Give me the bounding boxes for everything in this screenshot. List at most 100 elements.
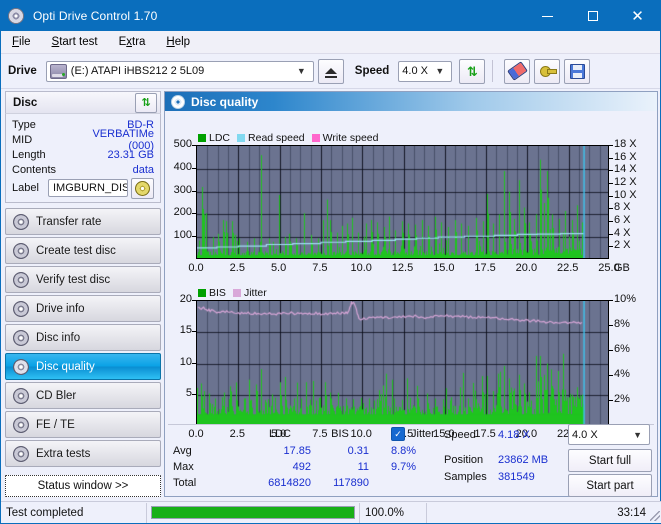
jitter-checkbox[interactable]: ✓ [391,427,405,441]
axis-tick [192,168,196,169]
refresh-button[interactable]: ⇅ [459,59,485,84]
stats-avg-bis: 0.31 [311,445,369,457]
start-part-button[interactable]: Start part [568,474,652,497]
menu-start-test[interactable]: Start test [49,34,101,50]
jitter-checkbox-label: Jitter [411,428,435,440]
close-icon: ✕ [631,9,644,24]
jitter-checkbox-row[interactable]: ✓ Jitter [391,427,435,441]
menu-file[interactable]: File [9,34,34,50]
disc-contents-label: Contents [12,164,70,176]
maximize-button[interactable] [570,1,615,31]
sidebar-item-label: CD Bler [36,390,76,402]
disc-icon [13,243,29,259]
minimize-button[interactable] [525,1,570,31]
position-stat-value: 23862 MB [498,454,548,466]
refresh-icon: ⇅ [467,65,478,78]
bis-chart-legend: BISJitter [198,287,274,299]
bis-ytick-left: 5 [165,387,192,399]
sidebar-item-transfer-rate[interactable]: Transfer rate [5,208,161,235]
stats-header-bis: BIS [311,428,369,440]
disc-panel-header: Disc ⇅ [5,91,161,113]
start-full-button[interactable]: Start full [568,449,652,472]
bis-ytick-right: 8% [614,318,654,330]
ldc-ytick-right: 4 X [614,227,654,239]
sidebar-item-verify-test-disc[interactable]: Verify test disc [5,266,161,293]
sidebar-item-disc-info[interactable]: Disc info [5,324,161,351]
stats-row-max-label: Max [173,461,194,473]
save-button[interactable] [564,59,590,84]
stats-row-total-label: Total [173,477,196,489]
legend-swatch-icon [198,289,206,297]
disc-refresh-button[interactable]: ⇅ [135,93,157,113]
resize-grip[interactable] [650,511,660,521]
stats-max-bis: 11 [311,461,369,473]
menu-bar: File Start test Extra Help [1,31,660,54]
disc-length-value: 23.31 GB [70,149,154,161]
disc-icon [13,214,29,230]
disc-label-button[interactable] [131,178,154,199]
axis-tick [609,350,613,351]
sidebar-item-fe-te[interactable]: FE / TE [5,411,161,438]
menu-extra[interactable]: Extra [116,34,149,50]
axis-tick [192,394,196,395]
progress-bar-fill [152,507,354,518]
disc-type-label: Type [12,119,70,131]
eject-icon [325,68,337,74]
eject-button[interactable] [318,59,344,84]
ldc-ytick-left: 200 [165,206,192,218]
axis-tick [609,375,613,376]
axis-tick [609,158,613,159]
menu-start-test-label: tart test [59,36,97,48]
key-button[interactable] [534,59,560,84]
ldc-xtick: 22.5 [548,262,588,274]
nav-list: Transfer rate Create test disc Verify te… [5,208,161,467]
toolbar-divider [492,60,493,82]
menu-help[interactable]: Help [163,34,193,50]
eraser-icon [507,61,528,81]
menu-help-label: elp [175,36,190,48]
sidebar-item-label: Extra tests [36,448,90,460]
ldc-xtick: 15.0 [424,262,464,274]
disc-icon [13,359,29,375]
test-speed-select[interactable]: 4.0 X ▼ [568,424,650,445]
status-window-button[interactable]: Status window >> [5,475,161,497]
disc-label-field[interactable]: IMGBURN_DIS [48,179,128,197]
axis-tick [192,213,196,214]
drive-icon [50,64,67,79]
drive-label: Drive [8,65,37,77]
speed-select[interactable]: 4.0 X ▼ [398,61,452,82]
ldc-chart-canvas [197,146,609,259]
sidebar-item-disc-quality[interactable]: Disc quality [5,353,161,380]
ldc-ytick-right: 14 X [614,163,654,175]
sidebar-item-drive-info[interactable]: Drive info [5,295,161,322]
bis-ytick-right: 4% [614,368,654,380]
sidebar-item-cd-bler[interactable]: CD Bler [5,382,161,409]
axis-tick [609,196,613,197]
app-body: Disc ⇅ Type BD-R MID VERBATIMe (000) Len… [1,89,661,501]
sidebar-item-label: Disc quality [36,361,95,373]
disc-icon [13,417,29,433]
axis-tick [192,145,196,146]
close-button[interactable]: ✕ [615,1,660,31]
legend-swatch-icon [233,289,241,297]
ldc-xtick: 0.0 [176,262,216,274]
sidebar-item-create-test-disc[interactable]: Create test disc [5,237,161,264]
ldc-ytick-left: 400 [165,161,192,173]
window-title: Opti Drive Control 1.70 [33,9,525,23]
status-bar: Test completed 100.0% 33:14 [1,501,661,523]
stats-jitter-max: 9.7% [391,461,416,473]
main-panel-header: Disc quality [165,92,657,111]
sidebar-item-label: Create test disc [36,245,116,257]
axis-tick [609,208,613,209]
axis-tick [609,325,613,326]
disc-icon [13,330,29,346]
ldc-ytick-right: 8 X [614,201,654,213]
chevron-down-icon: ▼ [293,66,310,76]
sidebar-item-extra-tests[interactable]: Extra tests [5,440,161,467]
legend-label: Jitter [244,287,267,299]
disc-row-length: Length 23.31 GB [12,147,154,162]
speed-stat-value: 4.18 X [498,429,530,441]
drive-select[interactable]: (E:) ATAPI iHBS212 2 5L09 ▼ [46,61,314,82]
stats-avg-ldc: 17.85 [249,445,311,457]
erase-button[interactable] [504,59,530,84]
